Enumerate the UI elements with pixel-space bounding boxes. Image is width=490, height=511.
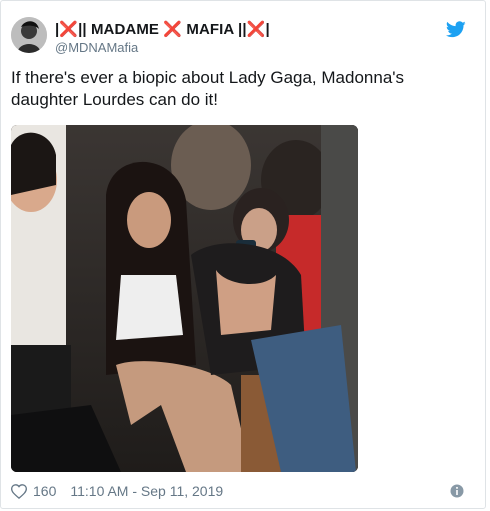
cross-mark-icon: ❌ xyxy=(246,21,266,38)
tweet-footer: 160 11:10 AM - Sep 11, 2019 xyxy=(11,482,223,500)
heart-outline-icon[interactable] xyxy=(11,483,27,499)
twitter-bird-icon[interactable] xyxy=(446,21,466,38)
avatar[interactable] xyxy=(11,17,47,53)
cross-mark-icon: ❌ xyxy=(59,21,79,38)
user-handle[interactable]: @MDNAMafia xyxy=(55,40,138,55)
avatar-image xyxy=(11,17,47,53)
display-name-segment: | xyxy=(265,21,270,38)
info-circle-icon[interactable] xyxy=(450,484,464,498)
tweet-card: |❌|| MADAME ❌ MAFIA ||❌| @MDNAMafia If t… xyxy=(0,0,486,509)
display-name-segment: MAFIA || xyxy=(182,21,247,38)
cross-mark-icon: ❌ xyxy=(163,21,183,38)
display-name[interactable]: |❌|| MADAME ❌ MAFIA ||❌| xyxy=(55,20,270,38)
tweet-text: If there's ever a biopic about Lady Gaga… xyxy=(11,68,405,109)
tweet-photo[interactable] xyxy=(11,125,358,472)
tweet-timestamp[interactable]: 11:10 AM - Sep 11, 2019 xyxy=(70,483,223,499)
display-name-segment: || MADAME xyxy=(78,21,164,38)
photo-image xyxy=(11,125,358,472)
like-count[interactable]: 160 xyxy=(33,483,56,499)
